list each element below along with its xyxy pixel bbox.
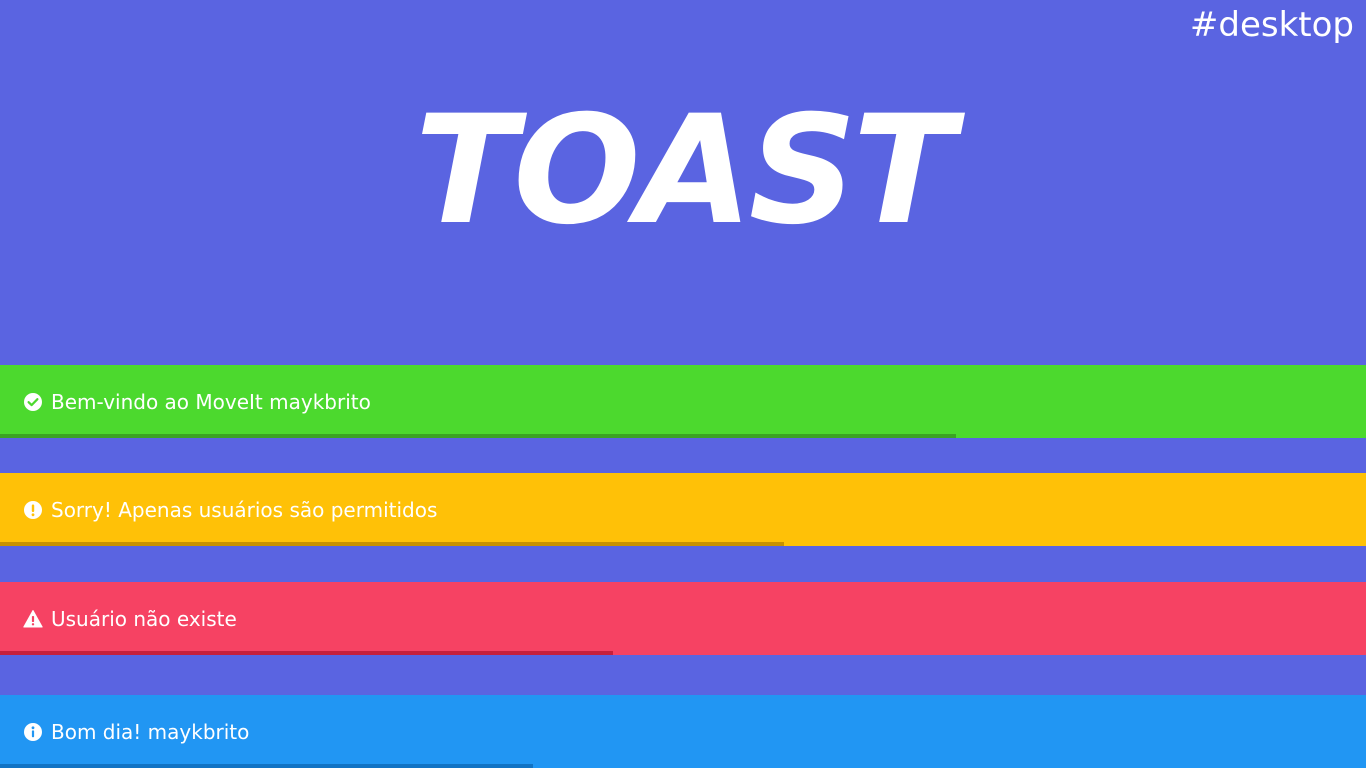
toast-message: Usuário não existe xyxy=(51,606,237,631)
toast-message: Bom dia! maykbrito xyxy=(51,719,250,744)
toast-info[interactable]: Bom dia! maykbrito xyxy=(0,695,1366,768)
toast-message: Bem-vindo ao MoveIt maykbrito xyxy=(51,389,371,414)
toast-success[interactable]: Bem-vindo ao MoveIt maykbrito xyxy=(0,365,1366,438)
desktop-tag: #desktop xyxy=(1189,5,1354,45)
page-title: TOAST xyxy=(414,84,955,258)
toast-warning[interactable]: Sorry! Apenas usuários são permitidos xyxy=(0,473,1366,546)
page: #desktop TOAST Bem-vindo ao MoveIt maykb… xyxy=(0,0,1366,768)
exclamation-circle-icon xyxy=(23,500,43,520)
toast-progress-bar xyxy=(0,542,785,546)
toast-message: Sorry! Apenas usuários são permitidos xyxy=(51,497,438,522)
check-circle-icon xyxy=(23,392,43,412)
info-circle-icon xyxy=(23,722,43,742)
toast-error[interactable]: Usuário não existe xyxy=(0,582,1366,655)
toast-progress-bar xyxy=(0,651,614,655)
toast-progress-bar xyxy=(0,764,533,768)
toast-progress-bar xyxy=(0,434,957,438)
warning-triangle-icon xyxy=(23,609,43,629)
